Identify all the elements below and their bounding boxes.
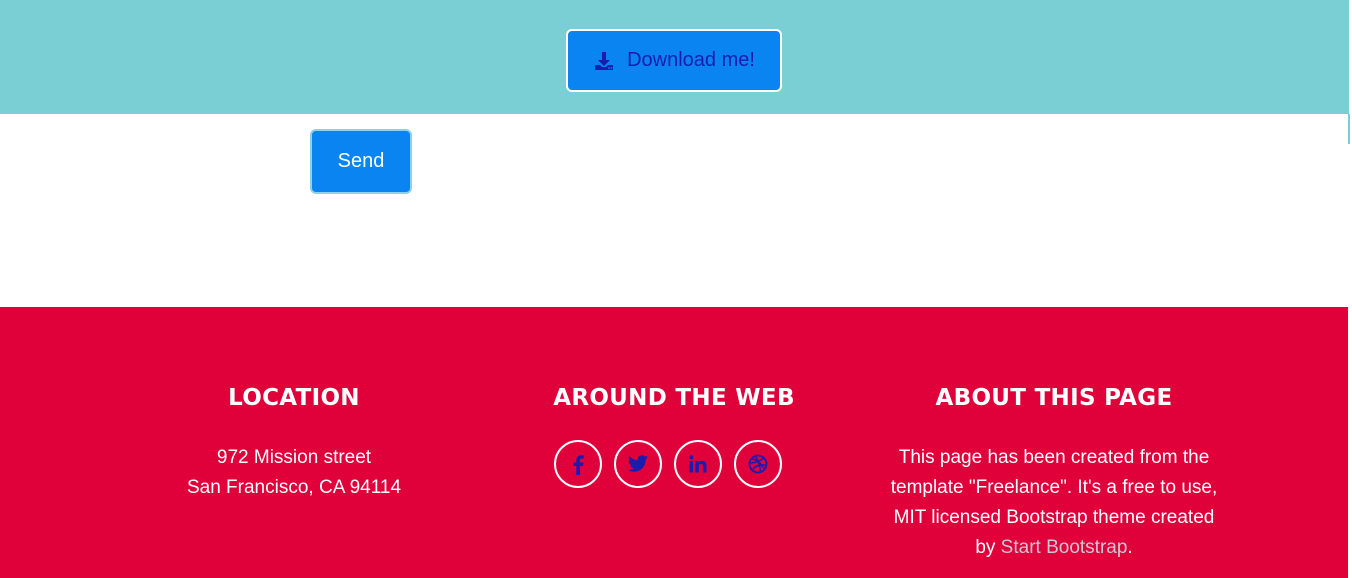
about-text: This page has been created from the temp… (884, 443, 1224, 563)
linkedin-link[interactable] (674, 440, 722, 488)
download-icon (593, 50, 615, 72)
dribbble-link[interactable] (734, 440, 782, 488)
send-button-label: Send (337, 150, 385, 172)
about-heading: ABOUT THIS PAGE (935, 385, 1173, 411)
dribbble-icon (748, 454, 768, 474)
about-text-end: . (1127, 537, 1133, 558)
address-line-2: San Francisco, CA 94114 (186, 477, 402, 498)
address: 972 Mission street San Francisco, CA 941… (124, 443, 464, 503)
address-line-1: 972 Mission street (216, 447, 372, 468)
page: Download me! Send LOCATION 972 Mission s… (0, 0, 1352, 578)
start-bootstrap-link[interactable]: Start Bootstrap (1001, 537, 1128, 558)
location-heading: LOCATION (228, 385, 360, 411)
linkedin-icon (689, 455, 707, 473)
send-button[interactable]: Send (310, 129, 412, 194)
around-the-web-heading: AROUND THE WEB (553, 385, 795, 411)
footer: LOCATION 972 Mission street San Francisc… (0, 307, 1348, 578)
facebook-link[interactable] (554, 440, 602, 488)
download-button-label: Download me! (627, 49, 755, 71)
download-button[interactable]: Download me! (566, 29, 782, 92)
twitter-link[interactable] (614, 440, 662, 488)
scrollbar-edge (1348, 114, 1350, 144)
social-links (554, 440, 782, 488)
top-band: Download me! (0, 0, 1349, 114)
twitter-icon (628, 455, 648, 472)
facebook-icon (573, 455, 584, 475)
